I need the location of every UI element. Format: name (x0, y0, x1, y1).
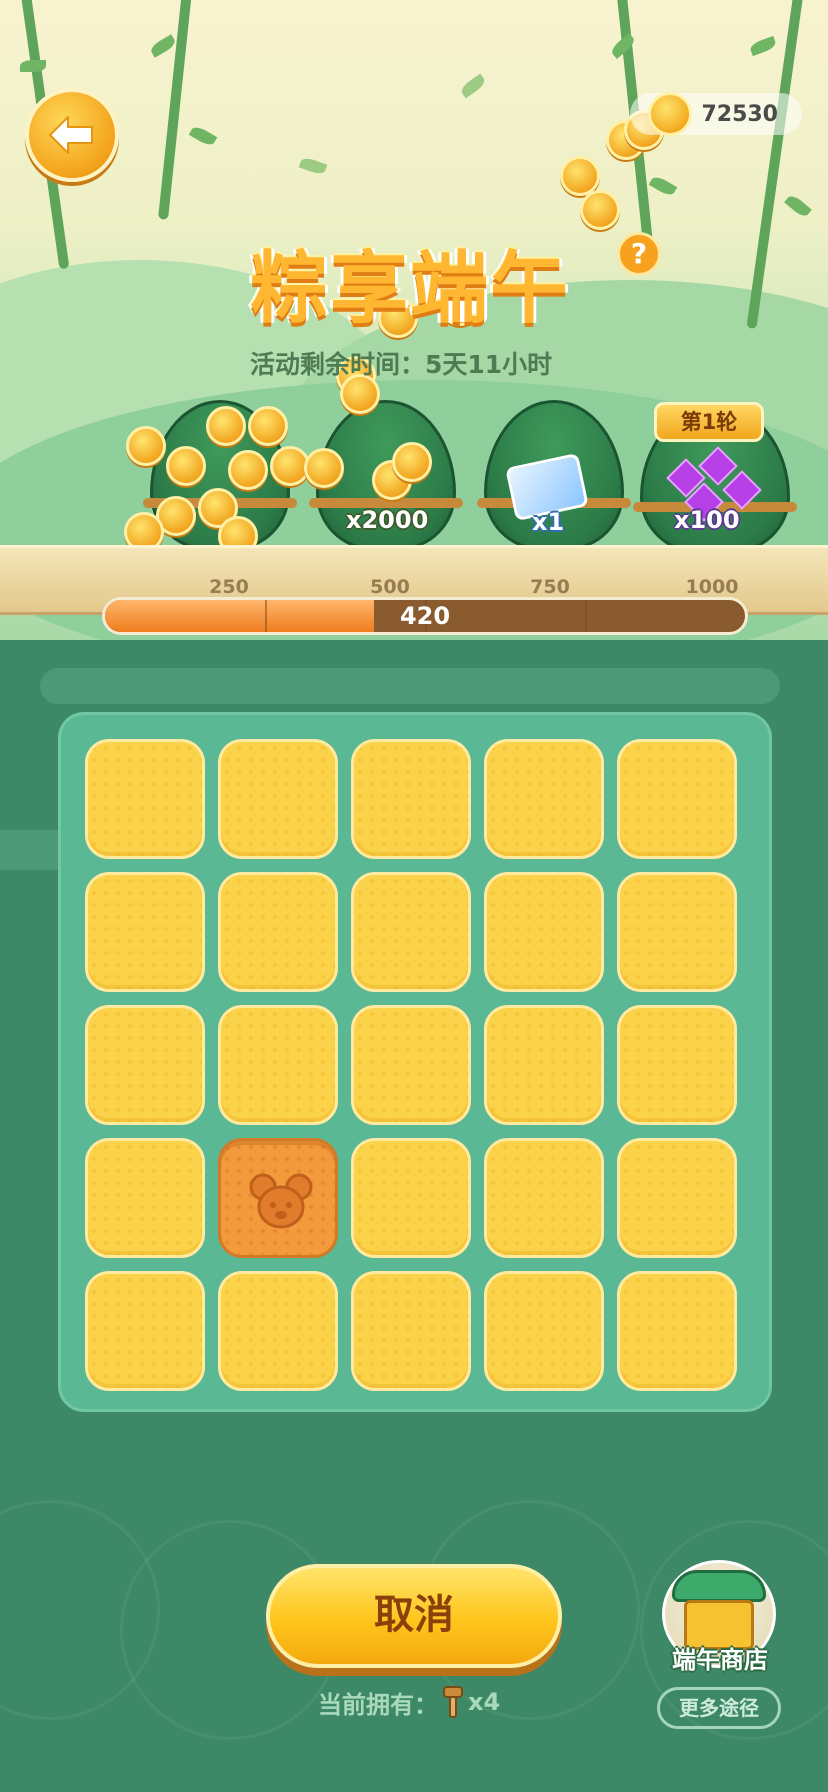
event-title: 粽享端午 (249, 244, 570, 334)
coin-icon (304, 448, 344, 488)
leaf-decoration (648, 174, 678, 198)
board-tile[interactable] (617, 1005, 737, 1125)
reward-label-gems: x100 (674, 506, 740, 534)
board-tile[interactable] (351, 739, 471, 859)
background-band (40, 668, 780, 704)
leaf-decoration (20, 60, 46, 72)
leaf-decoration (298, 155, 328, 177)
progress-value: 420 (399, 602, 451, 630)
mallet-icon (443, 1686, 463, 1718)
progress-bar: 420 (102, 597, 748, 635)
milestone-label: 750 (530, 576, 570, 598)
board-tile[interactable] (617, 1271, 737, 1391)
cancel-button[interactable]: 取消 (266, 1564, 562, 1668)
leaf-decoration (458, 73, 488, 99)
board-tile[interactable] (85, 1138, 205, 1258)
board-tile[interactable] (218, 1005, 338, 1125)
coin-balance-value: 72530 (701, 101, 778, 127)
board-tile[interactable] (617, 1138, 737, 1258)
shop-roof (672, 1570, 766, 1602)
board-tile[interactable] (218, 1271, 338, 1391)
board-tile[interactable] (351, 1271, 471, 1391)
board-tile[interactable] (484, 1005, 604, 1125)
board-tile[interactable] (85, 739, 205, 859)
coin-icon (392, 442, 432, 482)
board-tile[interactable] (85, 872, 205, 992)
coin-icon (248, 406, 288, 446)
round-badge: 第1轮 (654, 402, 764, 442)
owned-items: 当前拥有： x4 (318, 1684, 500, 1720)
arrow-left-icon (49, 116, 93, 154)
board-tile[interactable] (218, 872, 338, 992)
coin-icon (228, 450, 268, 490)
leaf-decoration (148, 34, 178, 58)
board-tile[interactable] (218, 739, 338, 859)
coin-icon (206, 406, 246, 446)
coin-icon (580, 190, 620, 230)
board-tile[interactable] (617, 872, 737, 992)
milestone-label: 250 (209, 576, 249, 598)
help-button[interactable]: ? (617, 232, 661, 276)
board-tile[interactable] (351, 1005, 471, 1125)
board-tile[interactable] (484, 739, 604, 859)
board-tile-opened[interactable] (218, 1138, 338, 1258)
owned-count: x4 (468, 1688, 501, 1716)
board-tile[interactable] (484, 872, 604, 992)
coin-icon (648, 92, 692, 136)
coin-icon (126, 426, 166, 466)
board-tile[interactable] (85, 1005, 205, 1125)
board-tile[interactable] (617, 739, 737, 859)
vine-decoration (158, 0, 192, 220)
shop-label: 端午商店 (672, 1646, 768, 1674)
owned-prefix: 当前拥有： (318, 1690, 438, 1719)
time-left-text: 活动剩余时间：5天11小时 (250, 350, 553, 379)
coin-icon (166, 446, 206, 486)
game-board (58, 712, 772, 1412)
milestone-label: 500 (370, 576, 410, 598)
board-tile[interactable] (484, 1138, 604, 1258)
milestone-label: 1000 (685, 576, 739, 598)
mouse-face-icon (249, 1173, 313, 1229)
leaf-decoration (748, 35, 778, 57)
reward-label-card: x1 (532, 508, 565, 536)
board-tile[interactable] (351, 1138, 471, 1258)
board-tile[interactable] (351, 872, 471, 992)
reward-label-coins: x2000 (346, 506, 429, 534)
leaf-decoration (188, 124, 218, 148)
more-ways-button[interactable]: 更多途径 (657, 1687, 781, 1729)
leaf-decoration (784, 193, 812, 219)
back-button[interactable] (25, 88, 119, 182)
board-tile[interactable] (85, 1271, 205, 1391)
dragon-boat-shop-button[interactable]: 端午商店 (656, 1560, 784, 1680)
board-tile[interactable] (484, 1271, 604, 1391)
